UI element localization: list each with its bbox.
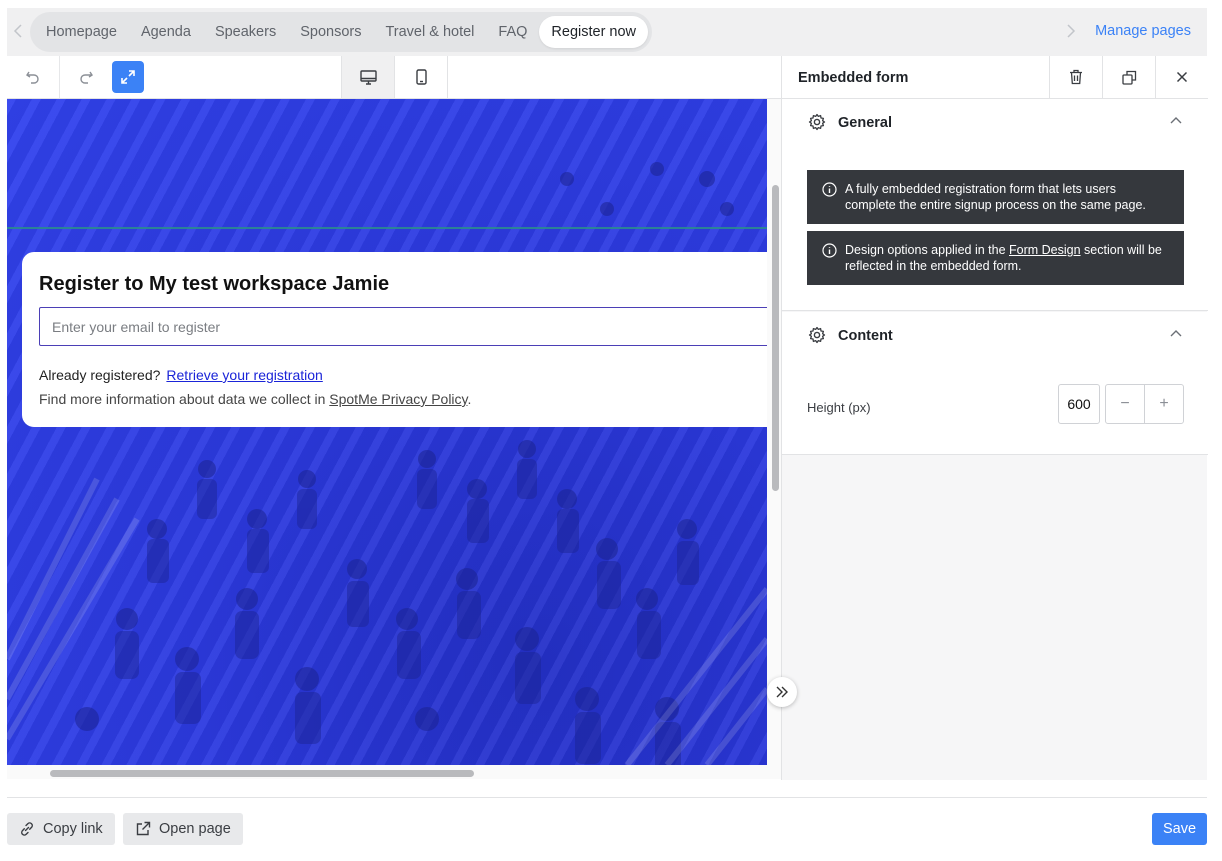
manage-pages-link[interactable]: Manage pages	[1095, 23, 1191, 39]
editor-toolbar	[7, 56, 781, 99]
info-text-embedded: A fully embedded registration form that …	[845, 182, 1146, 212]
external-link-icon	[136, 821, 151, 836]
mobile-view-button[interactable]	[395, 56, 448, 98]
form-title: Register to My test workspace Jamie	[39, 273, 390, 295]
content-section: Content Height (px) 600 − +	[782, 312, 1208, 455]
form-design-link[interactable]: Form Design	[1009, 243, 1081, 257]
mobile-icon	[415, 69, 427, 85]
close-icon	[1176, 71, 1188, 83]
copy-link-label: Copy link	[43, 821, 103, 837]
undo-icon	[26, 71, 39, 84]
tab-register-now[interactable]: Register now	[539, 16, 649, 48]
height-increment-button[interactable]: +	[1144, 384, 1184, 424]
desktop-view-button[interactable]	[341, 56, 395, 98]
content-section-title: Content	[838, 328, 893, 344]
properties-panel: Embedded form General A fully embedded r…	[781, 56, 1208, 780]
save-button[interactable]: Save	[1152, 813, 1207, 845]
vertical-scroll-thumb[interactable]	[772, 185, 779, 491]
info-banner-embedded: A fully embedded registration form that …	[807, 170, 1184, 224]
duplicate-button[interactable]	[1102, 56, 1155, 98]
horizontal-scrollbar[interactable]	[7, 765, 781, 779]
crowd-background-image	[7, 162, 767, 765]
panel-header: Embedded form	[782, 56, 1208, 99]
content-section-header[interactable]: Content	[782, 312, 1208, 358]
already-registered-line: Already registered? Retrieve your registr…	[39, 367, 323, 383]
chevron-up-icon[interactable]	[1168, 326, 1184, 342]
tab-homepage[interactable]: Homepage	[34, 16, 129, 48]
privacy-suffix: .	[467, 391, 472, 407]
tab-sponsors[interactable]: Sponsors	[288, 16, 373, 48]
fit-screen-button[interactable]	[112, 61, 144, 93]
height-input[interactable]: 600	[1058, 384, 1100, 424]
info-banner-design: Design options applied in the Form Desig…	[807, 231, 1184, 285]
panel-title: Embedded form	[798, 70, 909, 86]
tab-speakers[interactable]: Speakers	[203, 16, 288, 48]
info-icon	[822, 243, 837, 258]
registration-form-card: Register to My test workspace Jamie Alre…	[22, 252, 767, 427]
page-tabs: Homepage Agenda Speakers Sponsors Travel…	[30, 12, 653, 52]
open-page-button[interactable]: Open page	[123, 813, 243, 845]
privacy-text: Find more information about data we coll…	[39, 391, 330, 407]
tab-travel-hotel[interactable]: Travel & hotel	[373, 16, 486, 48]
double-chevron-right-icon	[776, 686, 788, 698]
retrieve-registration-link[interactable]: Retrieve your registration	[166, 367, 322, 383]
privacy-line: Find more information about data we coll…	[39, 391, 471, 407]
tab-faq[interactable]: FAQ	[486, 16, 539, 48]
chevron-up-icon[interactable]	[1168, 113, 1184, 129]
hero-divider-line	[7, 227, 767, 229]
gear-icon	[808, 326, 826, 344]
redo-icon	[80, 71, 93, 84]
general-section: General A fully embedded registration fo…	[782, 99, 1208, 311]
general-section-title: General	[838, 115, 892, 131]
general-section-header[interactable]: General	[782, 99, 1208, 145]
already-registered-text: Already registered?	[39, 367, 161, 383]
tab-agenda[interactable]: Agenda	[129, 16, 203, 48]
copy-link-button[interactable]: Copy link	[7, 813, 115, 845]
horizontal-scroll-thumb[interactable]	[50, 770, 474, 777]
info-text-design-prefix: Design options applied in the	[845, 243, 1010, 257]
email-input[interactable]	[39, 307, 767, 346]
height-label: Height (px)	[807, 400, 871, 415]
link-icon	[21, 822, 33, 836]
open-page-label: Open page	[159, 821, 231, 837]
gear-icon	[808, 113, 826, 131]
page-tabs-bar: Homepage Agenda Speakers Sponsors Travel…	[7, 8, 1207, 56]
height-decrement-button[interactable]: −	[1105, 384, 1145, 424]
trash-icon	[1070, 69, 1082, 85]
chevron-right-icon[interactable]	[1062, 22, 1078, 40]
privacy-policy-link[interactable]: SpotMe Privacy Policy	[329, 391, 467, 407]
info-icon	[822, 182, 837, 197]
page-preview-canvas[interactable]: Register to My test workspace Jamie Alre…	[7, 99, 767, 765]
desktop-icon	[359, 69, 377, 85]
chevron-left-icon[interactable]	[11, 22, 27, 40]
vertical-scrollbar[interactable]	[767, 99, 781, 765]
undo-button[interactable]	[7, 56, 59, 98]
delete-button[interactable]	[1049, 56, 1102, 98]
copy-icon	[1121, 70, 1136, 85]
expand-icon	[121, 70, 135, 84]
collapse-panel-button[interactable]	[767, 677, 797, 707]
close-panel-button[interactable]	[1155, 56, 1208, 98]
footer-divider	[7, 797, 1207, 798]
redo-button[interactable]	[60, 56, 112, 98]
